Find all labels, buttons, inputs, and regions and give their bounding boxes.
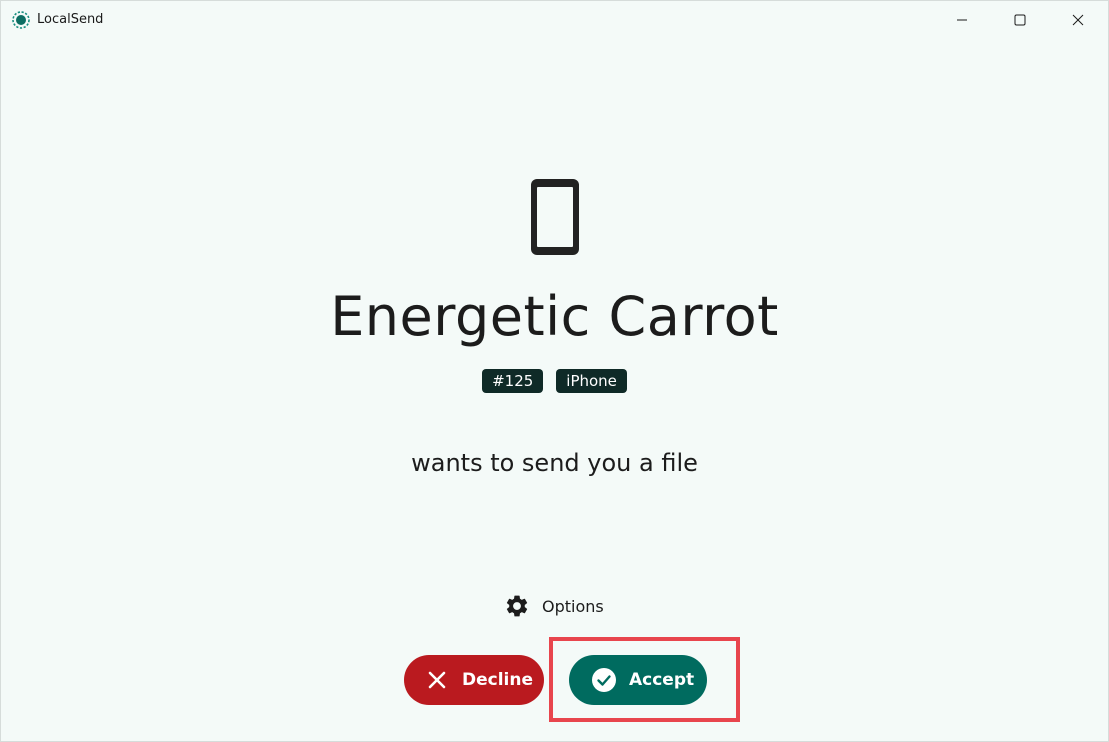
gear-icon (506, 595, 528, 617)
close-icon (1072, 14, 1084, 26)
phone-icon (531, 179, 579, 255)
options-label: Options (542, 596, 604, 616)
sender-device-name: Energetic Carrot (330, 285, 779, 348)
device-id-badge: #125 (482, 369, 544, 393)
app-window: LocalSend Energetic Carrot #125 iPhone w… (0, 0, 1109, 742)
decline-label: Decline (462, 670, 534, 690)
maximize-button[interactable] (991, 1, 1049, 39)
minimize-icon (957, 19, 967, 21)
decline-button[interactable]: Decline (404, 655, 544, 705)
title-bar[interactable]: LocalSend (1, 1, 1108, 39)
close-icon (428, 671, 446, 689)
options-button[interactable]: Options (504, 591, 604, 621)
check-circle-icon (592, 668, 616, 692)
accept-label: Accept (629, 670, 695, 690)
maximize-icon (1014, 14, 1026, 26)
accept-button[interactable]: Accept (569, 655, 707, 705)
request-message: wants to send you a file (411, 449, 698, 477)
minimize-button[interactable] (933, 1, 991, 39)
device-badges: #125 iPhone (1, 369, 1108, 393)
window-title: LocalSend (37, 12, 104, 27)
close-button[interactable] (1049, 1, 1107, 39)
localsend-logo-icon (12, 11, 30, 29)
device-model-badge: iPhone (556, 369, 627, 393)
